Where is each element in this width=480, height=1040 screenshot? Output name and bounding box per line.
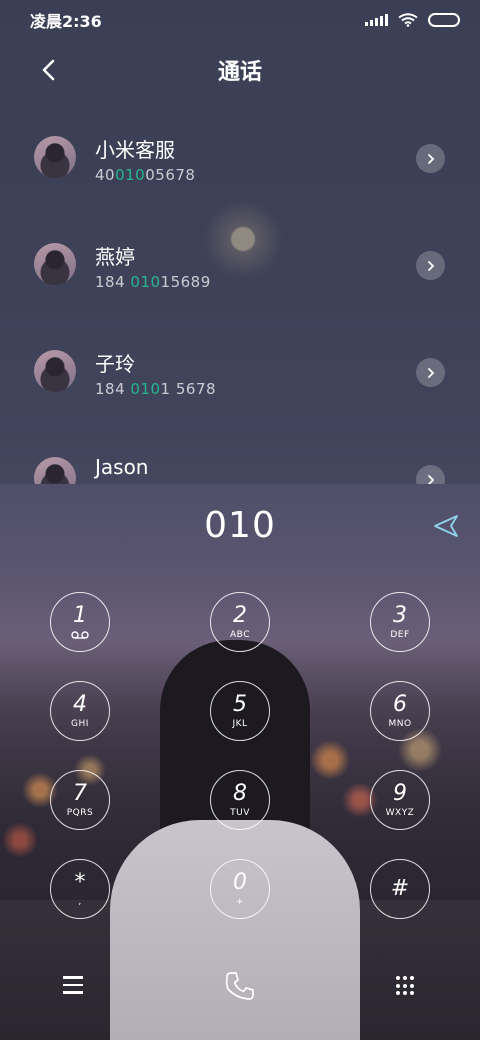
- list-item[interactable]: 小米客服 4001005678: [0, 104, 480, 211]
- key-9[interactable]: 9 WXYZ: [370, 770, 430, 830]
- key-2[interactable]: 2 ABC: [210, 592, 270, 652]
- avatar: [34, 350, 76, 392]
- chevron-right-icon[interactable]: [416, 251, 445, 280]
- key-3[interactable]: 3 DEF: [370, 592, 430, 652]
- key-1[interactable]: 1: [50, 592, 110, 652]
- dialed-number: 010: [204, 505, 276, 546]
- contact-number: 184 01015689: [95, 273, 211, 291]
- chevron-right-icon[interactable]: [416, 144, 445, 173]
- contact-name: 子玲: [95, 352, 135, 376]
- send-icon[interactable]: [432, 512, 460, 540]
- contact-number: 4001005678: [95, 166, 196, 184]
- contact-name: Jason: [95, 455, 149, 479]
- keypad-icon[interactable]: [396, 976, 416, 996]
- contact-name: 小米客服: [95, 138, 175, 162]
- chevron-right-icon[interactable]: [416, 465, 445, 484]
- avatar: [34, 457, 76, 484]
- battery-icon: [428, 13, 460, 27]
- list-item[interactable]: 燕婷 184 01015689: [0, 211, 480, 318]
- status-bar: 凌晨2:36: [0, 0, 480, 40]
- list-item[interactable]: Jason: [0, 425, 480, 484]
- status-icons: [365, 13, 460, 27]
- key-8[interactable]: 8 TUV: [210, 770, 270, 830]
- key-0[interactable]: 0 +: [210, 859, 270, 919]
- avatar: [34, 136, 76, 178]
- contact-list: 小米客服 4001005678 燕婷 184 01015689 子玲 184 0…: [0, 104, 480, 484]
- key-star[interactable]: * ,: [50, 859, 110, 919]
- status-time: 凌晨2:36: [30, 12, 102, 31]
- contact-number: 184 0101 5678: [95, 380, 217, 398]
- key-6[interactable]: 6 MNO: [370, 681, 430, 741]
- phone-icon[interactable]: [222, 968, 258, 1004]
- key-7[interactable]: 7 PQRS: [50, 770, 110, 830]
- signal-icon: [365, 14, 388, 26]
- key-hash[interactable]: #: [370, 859, 430, 919]
- voicemail-icon: [71, 631, 89, 639]
- wifi-icon: [398, 13, 418, 27]
- key-5[interactable]: 5 JKL: [210, 681, 270, 741]
- key-4[interactable]: 4 GHI: [50, 681, 110, 741]
- avatar: [34, 243, 76, 285]
- contact-name: 燕婷: [95, 245, 135, 269]
- header: 通话: [0, 44, 480, 96]
- menu-icon[interactable]: [63, 976, 83, 996]
- bottom-bar: [0, 960, 480, 1020]
- list-item[interactable]: 子玲 184 0101 5678: [0, 318, 480, 425]
- chevron-right-icon[interactable]: [416, 358, 445, 387]
- page-title: 通话: [217, 60, 262, 85]
